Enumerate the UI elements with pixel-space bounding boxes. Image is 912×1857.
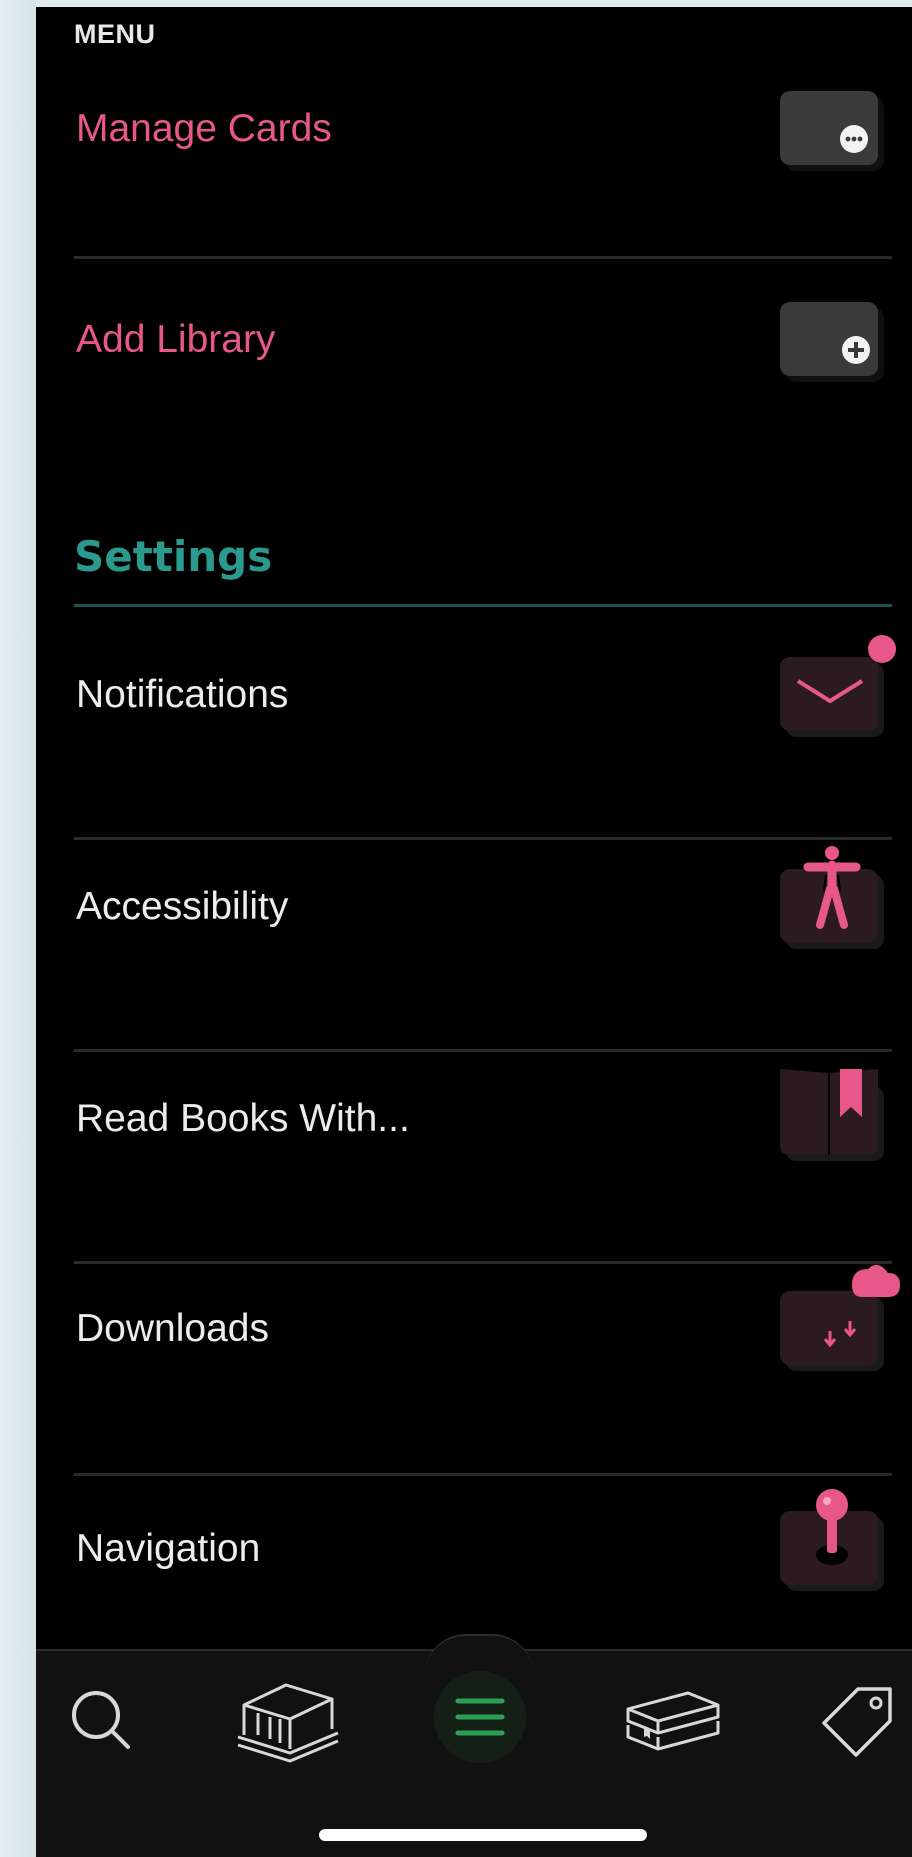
manage-cards-row[interactable]: Manage Cards [74, 69, 892, 189]
divider [74, 837, 892, 840]
downloads-label: Downloads [76, 1307, 269, 1350]
library-building-icon [237, 1683, 339, 1763]
tab-library[interactable] [234, 1675, 339, 1765]
menu-icon [434, 1671, 526, 1763]
more-icon [780, 91, 884, 171]
search-icon [72, 1691, 130, 1749]
divider [74, 256, 892, 259]
notifications-label: Notifications [76, 673, 289, 716]
joystick-icon [780, 1489, 884, 1591]
tab-menu[interactable] [430, 1667, 530, 1767]
navigation-row[interactable]: Navigation [74, 1489, 892, 1609]
home-indicator[interactable] [319, 1829, 647, 1841]
read-books-with-row[interactable]: Read Books With... [74, 1059, 892, 1179]
accessibility-icon [780, 846, 884, 949]
add-library-label: Add Library [76, 318, 276, 361]
divider [74, 1049, 892, 1052]
manage-cards-label: Manage Cards [76, 107, 332, 150]
notifications-row[interactable]: Notifications [74, 635, 896, 755]
accessibility-row[interactable]: Accessibility [74, 846, 892, 967]
settings-divider [74, 604, 892, 607]
navigation-label: Navigation [76, 1527, 261, 1570]
settings-heading: Settings [74, 532, 273, 581]
books-stack-icon [626, 1691, 720, 1751]
tag-icon [822, 1687, 892, 1757]
plus-icon [780, 302, 884, 382]
read-books-with-label: Read Books With... [76, 1097, 410, 1140]
menu-screen: MENU Manage Cards Add Library Settings N… [36, 7, 912, 1857]
accessibility-label: Accessibility [76, 885, 289, 928]
envelope-icon [780, 635, 896, 737]
divider [74, 1261, 892, 1264]
add-library-row[interactable]: Add Library [74, 280, 892, 400]
menu-title: MENU [74, 19, 156, 49]
book-bookmark-icon [780, 1069, 884, 1161]
downloads-row[interactable]: Downloads [74, 1264, 900, 1389]
cloud-download-icon [780, 1264, 900, 1371]
tab-shelf[interactable] [618, 1675, 720, 1765]
tab-search[interactable] [56, 1675, 146, 1765]
divider [74, 1473, 892, 1476]
tab-tags[interactable] [814, 1675, 904, 1765]
